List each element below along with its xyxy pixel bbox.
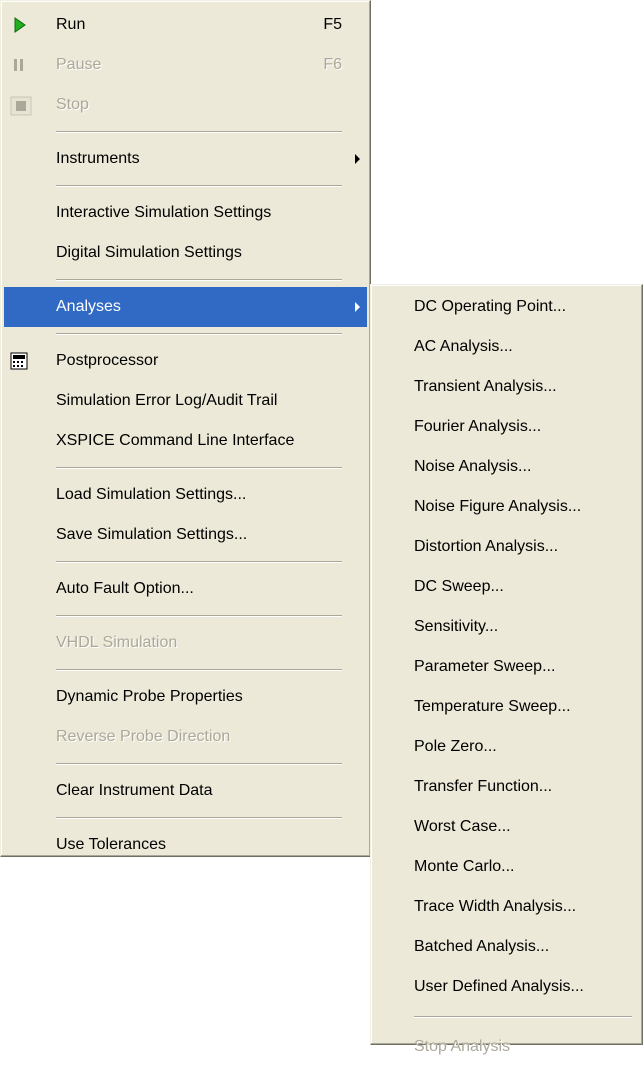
menu-item-label: Distortion Analysis... <box>414 538 559 555</box>
menu-item-label: Instruments <box>56 150 140 167</box>
menu-item-label: Worst Case... <box>414 818 511 835</box>
shortcut-label: F5 <box>323 16 342 33</box>
menu-item-label: Temperature Sweep... <box>414 698 571 715</box>
submenu-item-dc-sweep[interactable]: DC Sweep... <box>371 567 642 607</box>
menu-item-label: Stop <box>56 96 89 113</box>
menu-item-run[interactable]: Run F5 <box>1 5 370 45</box>
menu-item-label: Run <box>56 16 86 33</box>
menu-item-label: AC Analysis... <box>414 338 513 355</box>
submenu-item-trace-width-analysis[interactable]: Trace Width Analysis... <box>371 887 642 927</box>
menu-item-label: Save Simulation Settings... <box>56 526 248 543</box>
menu-item-digital-simulation-settings[interactable]: Digital Simulation Settings <box>1 233 370 273</box>
menu-item-label: Sensitivity... <box>414 618 499 635</box>
menu-item-simulation-error-log[interactable]: Simulation Error Log/Audit Trail <box>1 381 370 421</box>
menu-item-label: Transient Analysis... <box>414 378 557 395</box>
menu-separator <box>1 461 370 475</box>
menu-item-label: Postprocessor <box>56 352 159 369</box>
menu-item-label: Noise Analysis... <box>414 458 532 475</box>
menu-item-label: Monte Carlo... <box>414 858 515 875</box>
menu-item-auto-fault-option[interactable]: Auto Fault Option... <box>1 569 370 609</box>
menu-item-use-tolerances[interactable]: Use Tolerances <box>1 825 370 865</box>
submenu-item-monte-carlo[interactable]: Monte Carlo... <box>371 847 642 887</box>
submenu-item-fourier-analysis[interactable]: Fourier Analysis... <box>371 407 642 447</box>
submenu-item-noise-figure-analysis[interactable]: Noise Figure Analysis... <box>371 487 642 527</box>
submenu-item-pole-zero[interactable]: Pole Zero... <box>371 727 642 767</box>
menu-separator <box>1 327 370 341</box>
analyses-submenu: DC Operating Point... AC Analysis... Tra… <box>370 284 643 1055</box>
menu-item-label: Trace Width Analysis... <box>414 898 577 915</box>
menu-separator <box>371 1007 642 1027</box>
pause-icon <box>10 56 28 74</box>
simulate-menu: Run F5 Pause F6 Stop Instruments Interac… <box>0 0 371 857</box>
menu-item-interactive-simulation-settings[interactable]: Interactive Simulation Settings <box>1 193 370 233</box>
menu-item-instruments[interactable]: Instruments <box>1 139 370 179</box>
menu-item-label: Reverse Probe Direction <box>56 728 231 745</box>
menu-item-pause[interactable]: Pause F6 <box>1 45 370 85</box>
menu-separator <box>1 757 370 771</box>
submenu-item-temperature-sweep[interactable]: Temperature Sweep... <box>371 687 642 727</box>
menu-item-label: Interactive Simulation Settings <box>56 204 272 221</box>
submenu-item-transient-analysis[interactable]: Transient Analysis... <box>371 367 642 407</box>
submenu-item-noise-analysis[interactable]: Noise Analysis... <box>371 447 642 487</box>
submenu-item-sensitivity[interactable]: Sensitivity... <box>371 607 642 647</box>
submenu-item-user-defined-analysis[interactable]: User Defined Analysis... <box>371 967 642 1007</box>
menu-item-label: Dynamic Probe Properties <box>56 688 243 705</box>
submenu-arrow-icon <box>355 302 360 312</box>
menu-item-label: User Defined Analysis... <box>414 978 584 995</box>
submenu-item-worst-case[interactable]: Worst Case... <box>371 807 642 847</box>
menu-separator <box>1 811 370 825</box>
menu-item-save-simulation-settings[interactable]: Save Simulation Settings... <box>1 515 370 555</box>
menu-item-xspice-command-line[interactable]: XSPICE Command Line Interface <box>1 421 370 461</box>
menu-item-label: Parameter Sweep... <box>414 658 556 675</box>
menu-item-label: Simulation Error Log/Audit Trail <box>56 392 278 409</box>
stop-icon <box>10 96 32 116</box>
menu-item-reverse-probe-direction[interactable]: Reverse Probe Direction <box>1 717 370 757</box>
menu-separator <box>1 179 370 193</box>
submenu-item-stop-analysis[interactable]: Stop Analysis <box>371 1027 642 1067</box>
menu-item-label: VHDL Simulation <box>56 634 178 651</box>
submenu-item-ac-analysis[interactable]: AC Analysis... <box>371 327 642 367</box>
menu-separator <box>1 273 370 287</box>
submenu-item-parameter-sweep[interactable]: Parameter Sweep... <box>371 647 642 687</box>
menu-item-analyses[interactable]: Analyses <box>4 287 367 327</box>
menu-item-label: Analyses <box>56 298 121 315</box>
submenu-item-dc-operating-point[interactable]: DC Operating Point... <box>371 287 642 327</box>
menu-separator <box>1 609 370 623</box>
menu-item-label: Batched Analysis... <box>414 938 550 955</box>
menu-item-label: Digital Simulation Settings <box>56 244 242 261</box>
menu-item-label: Fourier Analysis... <box>414 418 542 435</box>
menu-item-label: DC Operating Point... <box>414 298 567 315</box>
menu-item-stop[interactable]: Stop <box>1 85 370 125</box>
menu-item-label: DC Sweep... <box>414 578 504 595</box>
menu-item-label: Auto Fault Option... <box>56 580 194 597</box>
menu-separator <box>1 555 370 569</box>
menu-item-label: Transfer Function... <box>414 778 553 795</box>
menu-item-load-simulation-settings[interactable]: Load Simulation Settings... <box>1 475 370 515</box>
menu-separator <box>1 663 370 677</box>
submenu-arrow-icon <box>355 154 360 164</box>
menu-item-label: Noise Figure Analysis... <box>414 498 582 515</box>
menu-item-label: XSPICE Command Line Interface <box>56 432 295 449</box>
menu-item-label: Use Tolerances <box>56 836 166 853</box>
shortcut-label: F6 <box>323 56 342 73</box>
menu-item-label: Pause <box>56 56 102 73</box>
submenu-item-distortion-analysis[interactable]: Distortion Analysis... <box>371 527 642 567</box>
menu-item-vhdl-simulation[interactable]: VHDL Simulation <box>1 623 370 663</box>
menu-item-label: Clear Instrument Data <box>56 782 213 799</box>
menu-item-postprocessor[interactable]: Postprocessor <box>1 341 370 381</box>
menu-item-label: Load Simulation Settings... <box>56 486 247 503</box>
menu-item-label: Pole Zero... <box>414 738 497 755</box>
submenu-item-transfer-function[interactable]: Transfer Function... <box>371 767 642 807</box>
menu-item-dynamic-probe-properties[interactable]: Dynamic Probe Properties <box>1 677 370 717</box>
menu-item-label: Stop Analysis <box>414 1038 511 1055</box>
menu-item-clear-instrument-data[interactable]: Clear Instrument Data <box>1 771 370 811</box>
menu-separator <box>1 125 370 139</box>
submenu-item-batched-analysis[interactable]: Batched Analysis... <box>371 927 642 967</box>
postprocessor-icon <box>10 352 28 370</box>
run-play-icon <box>10 16 28 34</box>
